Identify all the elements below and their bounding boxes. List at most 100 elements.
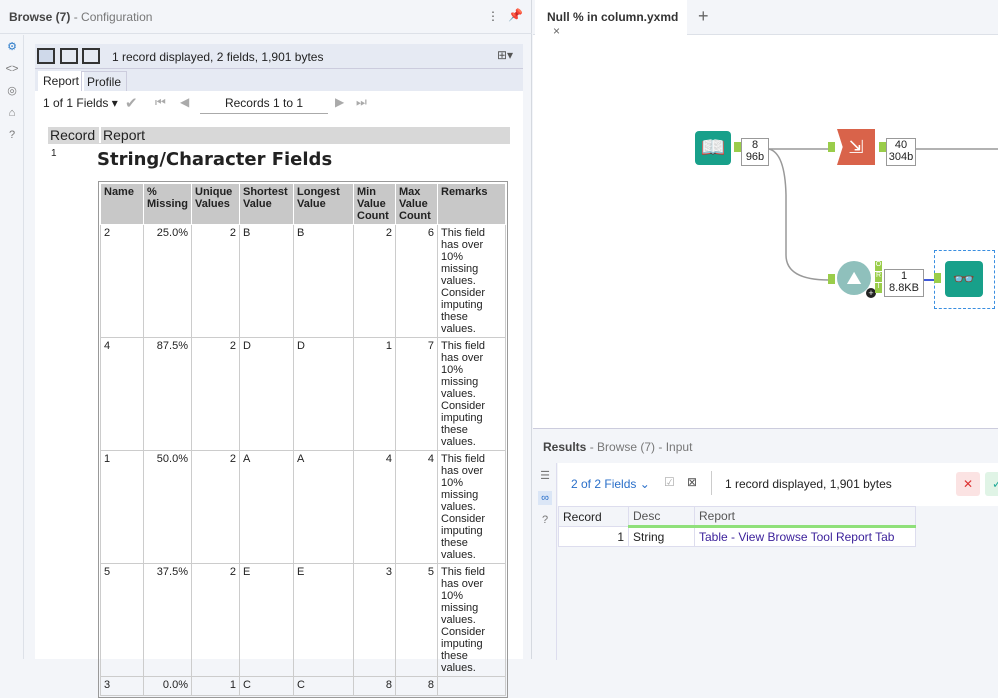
transform-tool-icon[interactable]: ⇲ (837, 129, 875, 165)
document-tabs: Null % in column.yxmd × + (533, 0, 998, 38)
input-anchor[interactable] (828, 274, 835, 284)
tab-profile[interactable]: Profile (81, 71, 128, 91)
table-cell: 50.0% (143, 450, 192, 564)
pin-icon[interactable]: 📌 (508, 8, 523, 22)
table-row: 5 37.5% 2 E E 3 5 This field has over 10% missi… (100, 563, 506, 677)
col-report[interactable]: Report (694, 506, 916, 528)
table-cell: This field has over 10% missing values. … (437, 224, 506, 338)
table-cell: This field has over 10% missing values. … (437, 337, 506, 451)
table-cell: 1 (100, 450, 144, 564)
table-cell: 8 (353, 676, 396, 696)
table-row[interactable]: 1 String Table - View Browse Tool Report… (558, 526, 916, 547)
next-record-icon[interactable]: ▶ (335, 95, 344, 109)
col-name: Name (100, 183, 144, 225)
fields-select-label: 2 of 2 Fields (571, 477, 637, 491)
code-icon[interactable]: <> (5, 62, 19, 76)
table-cell: 2 (191, 224, 240, 338)
output-anchor[interactable] (879, 142, 886, 152)
close-icon[interactable]: ✕ (956, 472, 980, 496)
table-cell: 3 (353, 563, 396, 677)
input-anchor[interactable] (934, 273, 941, 283)
check-all-icon[interactable]: ☑ (664, 475, 675, 489)
col-remarks: Remarks (437, 183, 506, 225)
results-subtitle: - Browse (7) - Input (589, 440, 693, 454)
report-column-header: Report (99, 127, 146, 143)
cell-desc: String (628, 526, 695, 547)
single-view-icon[interactable] (37, 48, 55, 64)
connection-icon[interactable]: ◎ (5, 84, 19, 98)
cell-record: 1 (558, 526, 629, 547)
list-icon[interactable]: ☰ (538, 469, 552, 483)
cell-report-link[interactable]: Table - View Browse Tool Report Tab (694, 526, 916, 547)
vertical-split-icon[interactable] (60, 48, 78, 64)
add-dropdown-icon[interactable]: ⊞▾ (497, 48, 513, 62)
table-row: 3 0.0% 1 C C 8 8 (100, 676, 506, 696)
fields-select[interactable]: 1 of 1 Fields ▾ (43, 96, 118, 110)
col-missing: % Missing (143, 183, 192, 225)
help-icon[interactable]: ? (5, 128, 19, 142)
anchor-i[interactable]: I (875, 283, 882, 293)
table-row: 2 25.0% 2 B B 2 6 This field has over 10% missi… (100, 224, 506, 338)
first-record-icon[interactable]: ⏮ (155, 95, 166, 110)
browse-tool-icon[interactable]: 👓 (945, 261, 983, 297)
anchor-o[interactable]: O (875, 261, 882, 271)
tag-icon[interactable]: ⌂ (5, 106, 19, 120)
table-cell: E (239, 563, 294, 677)
record-count-badge: 1 8.8KB (884, 269, 924, 297)
input-data-tool-icon[interactable]: 📖 (695, 131, 731, 165)
selected-tool-frame[interactable]: 👓 (934, 250, 995, 309)
col-record[interactable]: Record (558, 506, 629, 527)
browse-toolbar: 1 record displayed, 2 fields, 1,901 byte… (35, 44, 523, 69)
confirm-icon[interactable]: ✓ (985, 472, 998, 496)
report-table: Name % Missing Unique Values Shortest Va… (100, 183, 506, 696)
table-cell: This field has over 10% missing values. … (437, 450, 506, 564)
clear-icon[interactable]: ⊠ (687, 475, 697, 489)
col-desc[interactable]: Desc (628, 506, 695, 528)
col-unique: Unique Values (191, 183, 240, 225)
table-cell: E (293, 563, 354, 677)
results-grid: Record Desc Report 1 String Table - View… (558, 506, 916, 547)
fields-select[interactable]: 2 of 2 Fields ⌄ (571, 477, 650, 491)
table-cell: 6 (395, 224, 438, 338)
new-tab-button[interactable]: + (698, 6, 709, 27)
previous-record-icon[interactable]: ◀ (180, 95, 189, 109)
connections (768, 148, 998, 281)
horizontal-split-icon[interactable] (82, 48, 100, 64)
status-text: 1 record displayed, 2 fields, 1,901 byte… (112, 50, 324, 64)
gear-icon[interactable]: ⚙ (5, 40, 19, 54)
input-anchor[interactable] (828, 142, 835, 152)
table-cell: 2 (191, 337, 240, 451)
report-header: Record Report (48, 127, 510, 144)
table-cell: B (293, 224, 354, 338)
tab-workflow-label: Null % in column.yxmd (547, 10, 679, 24)
record-number: 1 (51, 148, 57, 159)
table-row: 4 87.5% 2 D D 1 7 This field has over 10% missi… (100, 337, 506, 451)
table-cell: 2 (353, 224, 396, 338)
check-icon[interactable]: ✔ (125, 94, 138, 112)
table-cell: 4 (100, 337, 144, 451)
col-shortest: Shortest Value (239, 183, 294, 225)
table-cell: 5 (100, 563, 144, 677)
binoculars-icon[interactable]: ∞ (538, 491, 552, 505)
workflow-area: Null % in column.yxmd × + 📖 8 96b ⇲ 40 304… (533, 0, 998, 660)
last-record-icon[interactable]: ⏭ (356, 95, 367, 110)
results-grid-wrap: Record Desc Report 1 String Table - View… (558, 506, 916, 547)
col-longest: Longest Value (293, 183, 354, 225)
workflow-canvas[interactable]: 📖 8 96b ⇲ 40 304b ⛰ + O R I 1 8.8KB 👓 (533, 35, 998, 428)
tab-workflow[interactable]: Null % in column.yxmd × (535, 0, 687, 38)
table-cell: A (239, 450, 294, 564)
output-anchor[interactable] (734, 142, 741, 152)
divider (711, 471, 712, 495)
tab-report[interactable]: Report (38, 71, 85, 91)
anchor-r[interactable]: R (875, 272, 882, 282)
help-icon[interactable]: ? (538, 513, 552, 527)
table-cell: 87.5% (143, 337, 192, 451)
table-cell: D (293, 337, 354, 451)
table-row: 1 50.0% 2 A A 4 4 This field has over 10% missi… (100, 450, 506, 564)
table-cell: A (293, 450, 354, 564)
more-options-icon[interactable]: ⋮ (487, 9, 499, 23)
table-cell: D (239, 337, 294, 451)
table-cell: B (239, 224, 294, 338)
table-cell: C (293, 676, 354, 696)
table-cell: 5 (395, 563, 438, 677)
